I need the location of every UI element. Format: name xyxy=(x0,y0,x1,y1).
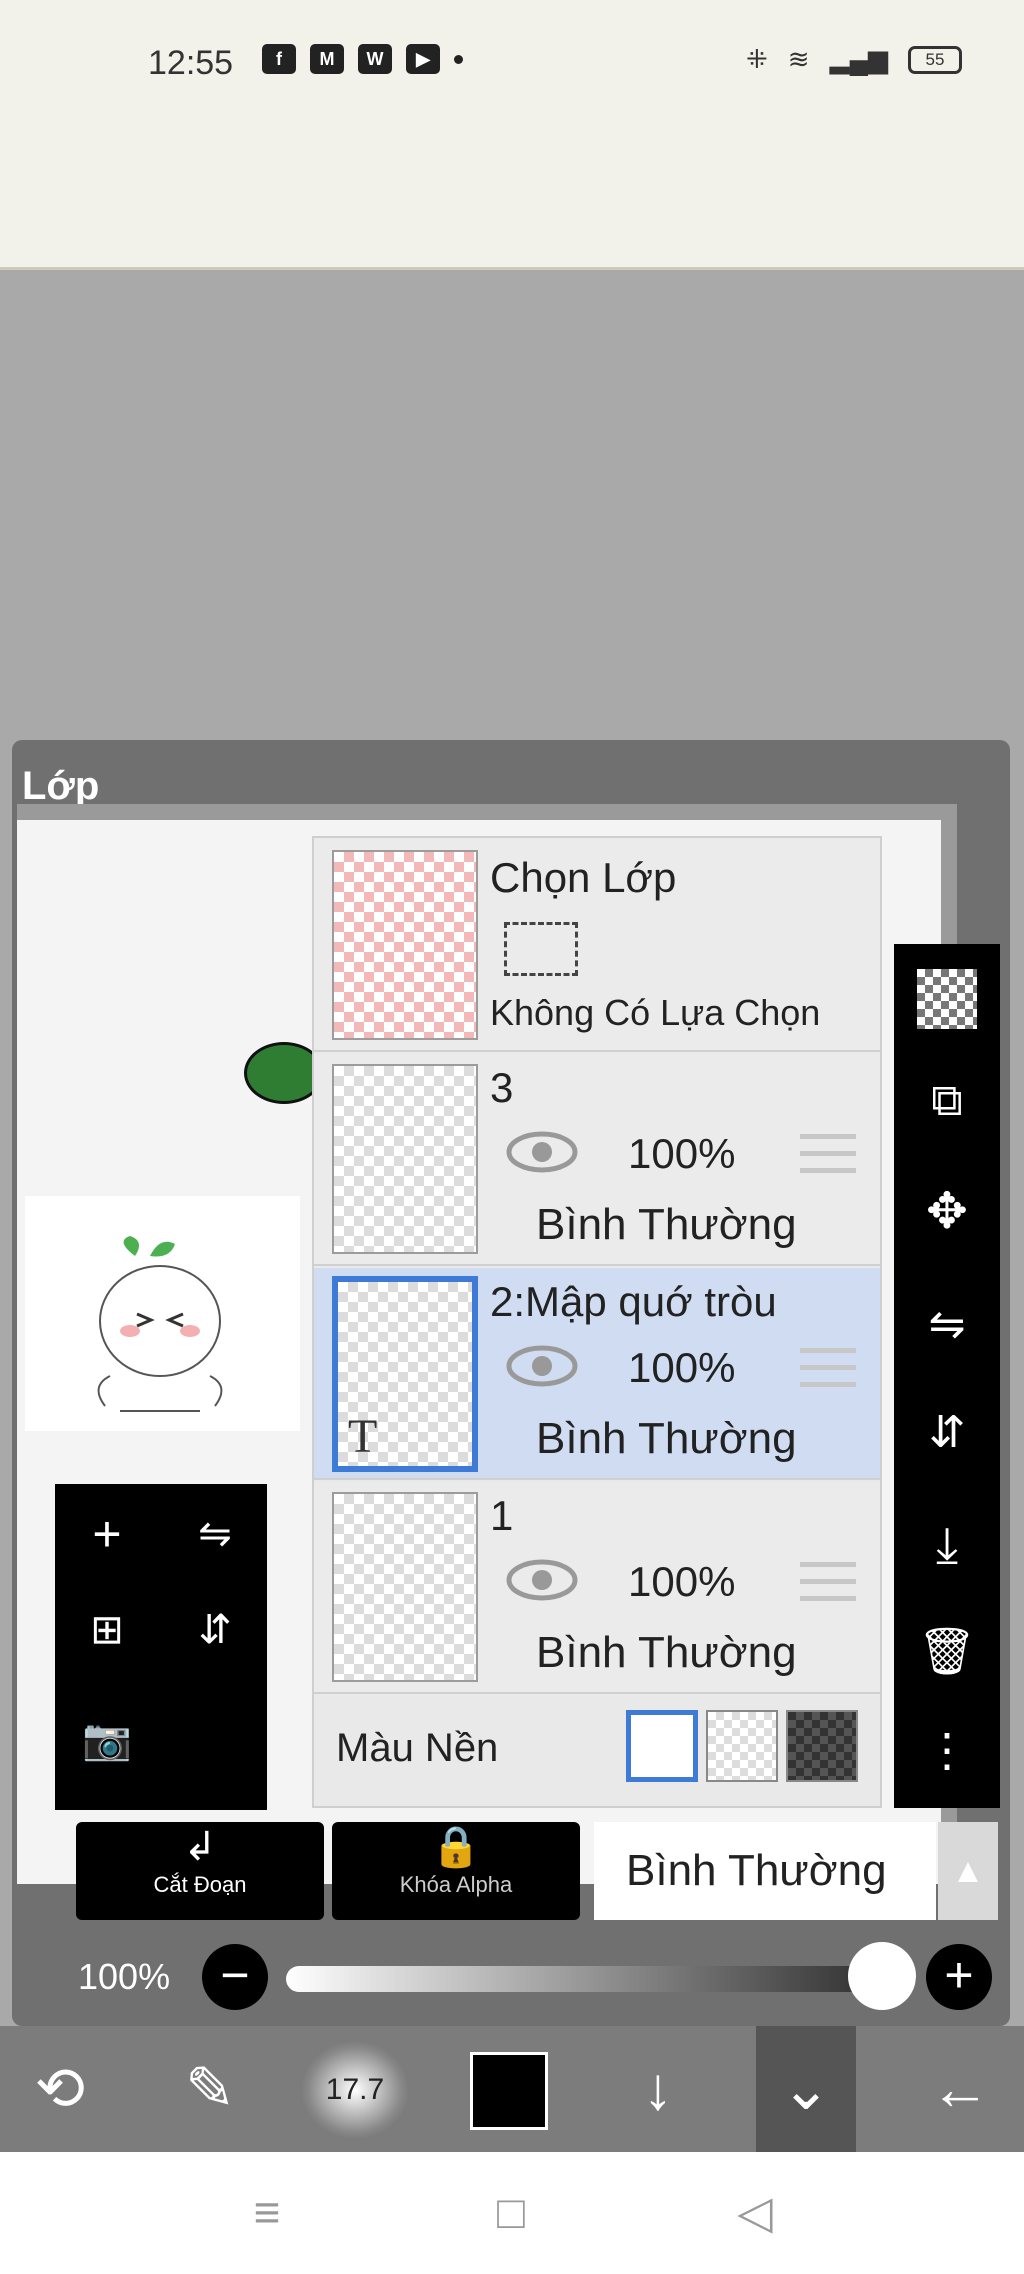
layer-row-selected[interactable]: T 2:Mập quớ tròu 100% Bình Thường xyxy=(314,1268,880,1480)
visibility-eye-icon[interactable] xyxy=(506,1344,578,1388)
selection-layer-row[interactable]: Chọn Lớp Không Có Lựa Chọn xyxy=(314,838,880,1052)
layer-thumbnail xyxy=(332,1492,478,1682)
facebook-icon: f xyxy=(262,44,296,74)
system-nav-bar: ≡ □ ◁ xyxy=(0,2152,1024,2274)
system-icons: ⁜ ≋ ▂▄▆ 55 xyxy=(746,44,962,75)
blend-mode-select[interactable]: Bình Thường xyxy=(594,1822,936,1920)
trash-icon[interactable]: 🗑 xyxy=(912,1616,982,1686)
collapse-panel-icon[interactable]: ⌄ xyxy=(756,2026,856,2152)
battery-icon: 55 xyxy=(908,45,962,74)
alpha-lock-label: Khóa Alpha xyxy=(399,1872,513,1897)
copy-merge-icon[interactable]: ⧉ xyxy=(912,1066,982,1136)
layers-list: Chọn Lớp Không Có Lựa Chọn 3 100% Bình T… xyxy=(312,836,882,1808)
notification-icons: f M W ▶ xyxy=(262,44,463,74)
opacity-slider[interactable] xyxy=(286,1966,916,1992)
layer-name: 1 xyxy=(490,1492,514,1539)
merge-down-icon[interactable]: ⤓ xyxy=(912,1510,982,1580)
drag-handle-icon[interactable] xyxy=(800,1134,856,1174)
character-sketch-icon xyxy=(97,1236,223,1412)
background-color-label: Màu Nền xyxy=(336,1726,499,1770)
selection-thumbnail xyxy=(332,850,478,1040)
background-dark-swatch[interactable] xyxy=(786,1710,858,1782)
layer-thumbnail: T xyxy=(332,1276,478,1472)
background-white-swatch[interactable] xyxy=(626,1710,698,1782)
more-notifications-icon xyxy=(454,54,463,64)
panel-title: Lớp xyxy=(22,764,100,808)
flip-horizontal-icon[interactable]: ⇋ xyxy=(185,1504,245,1564)
canvas-area[interactable] xyxy=(0,272,1024,742)
color-swatch-button[interactable] xyxy=(470,2052,548,2130)
drag-handle-icon[interactable] xyxy=(800,1562,856,1602)
more-options-icon[interactable]: ⋮ xyxy=(912,1720,982,1790)
opacity-value: 100% xyxy=(78,1956,171,1997)
selection-subtitle: Không Có Lựa Chọn xyxy=(490,992,821,1033)
flip-horizontal-icon[interactable]: ⇋ xyxy=(912,1290,982,1360)
brush-size-button[interactable]: 17.7 xyxy=(300,2040,410,2140)
menu-icon[interactable]: ≡ xyxy=(232,2182,302,2242)
opacity-slider-knob[interactable] xyxy=(848,1942,916,2010)
back-icon[interactable]: ◁ xyxy=(720,2182,790,2242)
status-bar: 12:55 f M W ▶ ⁜ ≋ ▂▄▆ 55 xyxy=(0,0,1024,270)
visibility-eye-icon[interactable] xyxy=(506,1558,578,1602)
wifi-icon: ≋ xyxy=(787,44,810,74)
opacity-increase-button[interactable]: + xyxy=(926,1944,992,2010)
clip-arrow-icon: ↲ xyxy=(183,1825,217,1869)
layer-opacity: 100% xyxy=(628,1344,736,1391)
transform-eraser-icon[interactable]: ⟲ xyxy=(0,2026,120,2152)
layer-opacity: 100% xyxy=(628,1130,736,1177)
layer-name: 3 xyxy=(490,1064,514,1111)
alpha-lock-button[interactable]: 🔒 Khóa Alpha xyxy=(332,1822,580,1920)
camera-icon[interactable]: 📷 xyxy=(77,1710,137,1770)
arrow-down-icon[interactable]: ↓ xyxy=(598,2026,718,2152)
layer-thumbnail xyxy=(332,1064,478,1254)
drag-handle-icon[interactable] xyxy=(800,1348,856,1388)
home-icon[interactable]: □ xyxy=(476,2182,546,2242)
text-layer-icon: T xyxy=(348,1410,378,1463)
vibrate-icon: ⁜ xyxy=(745,44,768,74)
opacity-row: 100% − + xyxy=(12,1930,1010,2020)
add-layer-icon[interactable]: + xyxy=(77,1504,137,1564)
bottom-toolbar: ⟲ ✎ 17.7 ↓ ⌄ ← xyxy=(0,2026,1024,2152)
canvas-tools: + ⇋ ⊞ ⇵ 📷 xyxy=(55,1484,267,1810)
clock: 12:55 xyxy=(148,44,234,82)
signal-icon: ▂▄▆ xyxy=(829,44,888,74)
visibility-eye-icon[interactable] xyxy=(506,1130,578,1174)
brush-icon[interactable]: ✎ xyxy=(150,2026,270,2152)
layer-actions-bar: ⧉ ✥ ⇋ ⇵ ⤓ 🗑 ⋮ xyxy=(894,944,1000,1808)
messenger-icon: M xyxy=(310,44,344,74)
layer-blend-mode: Bình Thường xyxy=(536,1200,797,1249)
app-icon: W xyxy=(358,44,392,74)
canvas-preview xyxy=(25,1196,300,1431)
layer-blend-mode: Bình Thường xyxy=(536,1414,797,1463)
clip-label: Cắt Đoạn xyxy=(153,1872,247,1897)
flip-vertical-icon[interactable]: ⇵ xyxy=(185,1600,245,1660)
opacity-decrease-button[interactable]: − xyxy=(202,1944,268,2010)
back-arrow-icon[interactable]: ← xyxy=(900,2026,1020,2152)
selection-marquee-icon xyxy=(504,922,578,976)
selection-title: Chọn Lớp xyxy=(490,854,677,901)
flip-vertical-icon[interactable]: ⇵ xyxy=(912,1398,982,1468)
layer-row[interactable]: 1 100% Bình Thường xyxy=(314,1482,880,1694)
move-icon[interactable]: ✥ xyxy=(912,1176,982,1246)
add-copy-icon[interactable]: ⊞ xyxy=(77,1600,137,1660)
layer-blend-mode: Bình Thường xyxy=(536,1628,797,1677)
chevron-up-icon[interactable]: ▲ xyxy=(938,1822,998,1920)
new-transparent-layer-icon[interactable] xyxy=(912,964,982,1034)
layer-row[interactable]: 3 100% Bình Thường xyxy=(314,1054,880,1266)
layer-name: 2:Mập quớ tròu xyxy=(490,1278,777,1325)
layer-opacity: 100% xyxy=(628,1558,736,1605)
clip-button[interactable]: ↲ Cắt Đoạn xyxy=(76,1822,324,1920)
lock-icon: 🔒 xyxy=(431,1825,481,1869)
youtube-icon: ▶ xyxy=(406,44,440,74)
background-transparent-swatch[interactable] xyxy=(706,1710,778,1782)
